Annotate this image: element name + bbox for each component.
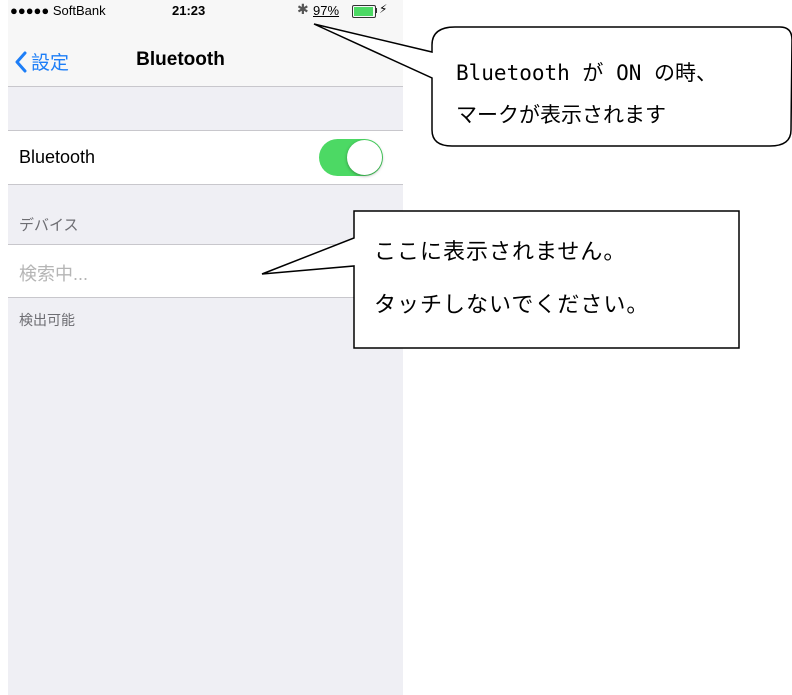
devices-callout-line1: ここに表示されません。 [374,239,627,264]
status-callout-line1: Bluetooth が ON の時、 [456,61,718,85]
bluetooth-row: Bluetooth [8,130,403,185]
battery-icon [352,5,376,18]
searching-row: 検索中... [8,244,403,298]
status-callout: Bluetooth が ON の時、 マークが表示されます [431,26,791,146]
battery-fill [354,7,374,16]
devices-callout: ここに表示されません。 タッチしないでください。 [354,211,739,348]
page-title: Bluetooth [8,49,403,71]
carrier-label: ●●●●● SoftBank [10,3,106,18]
navigation-bar: 設定 Bluetooth [8,22,403,87]
clock: 21:23 [172,3,206,18]
bluetooth-label: Bluetooth [19,147,96,167]
bluetooth-icon: ✱ [297,1,309,17]
battery-percent: 97% [313,3,340,18]
bluetooth-toggle[interactable] [319,139,383,176]
lightning-icon: ⚡ [379,2,388,16]
searching-label: 検索中... [19,264,89,284]
discoverable-footer: 検出可能 [19,312,75,328]
devices-callout-line2: タッチしないでください。 [374,292,650,317]
devices-section-header: デバイス [19,217,79,234]
battery-tip [375,8,377,13]
page-title-text: Bluetooth [136,49,225,70]
toggle-knob [347,140,382,175]
status-bar: ●●●●● SoftBank 21:23 ✱ 97% ⚡ [8,0,403,22]
status-callout-line2: マークが表示されます [456,103,666,127]
phone-screen: ●●●●● SoftBank 21:23 ✱ 97% ⚡ 設定 Bluetoot… [8,0,403,695]
